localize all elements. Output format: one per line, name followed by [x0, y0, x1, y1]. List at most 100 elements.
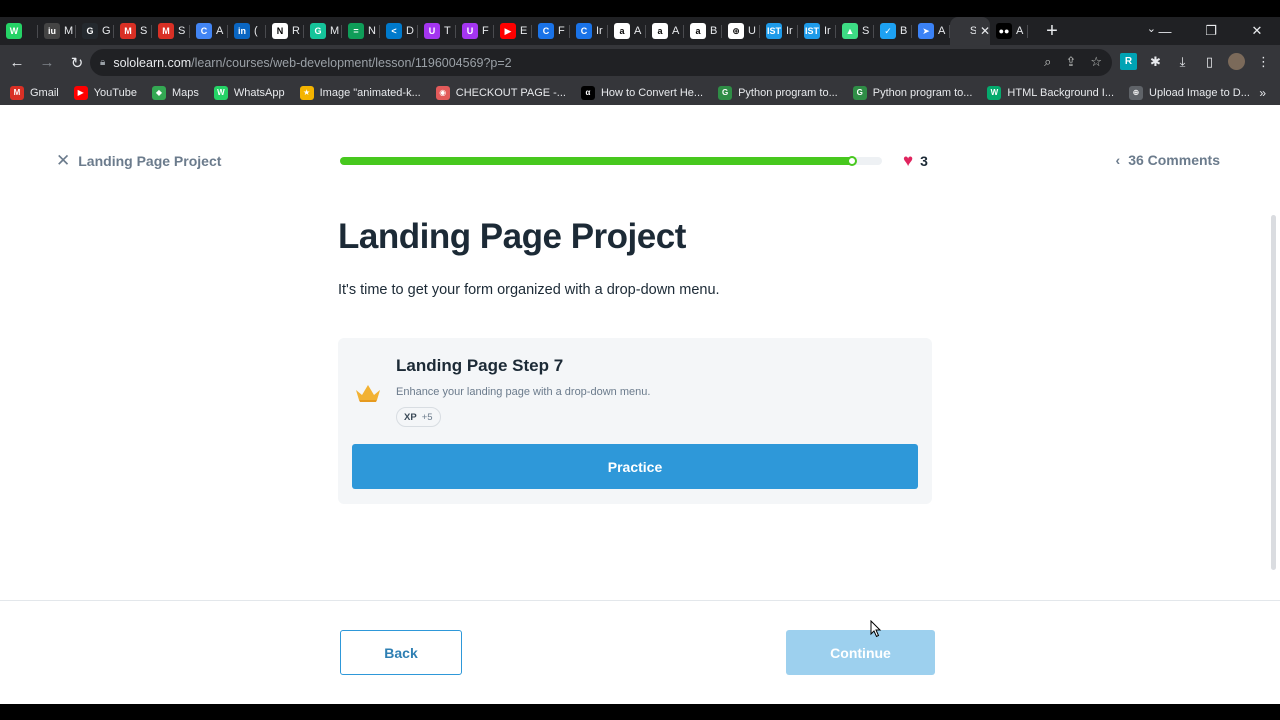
bookmark-item[interactable]: M Gmail: [10, 85, 59, 100]
tab-active[interactable]: So ✕: [950, 17, 990, 45]
lesson-description: It's time to get your form organized wit…: [338, 282, 720, 298]
scrollbar[interactable]: [1271, 215, 1276, 570]
tab-12[interactable]: UF: [456, 17, 494, 45]
xp-label: XP: [404, 411, 417, 423]
tab-23[interactable]: ✓ B: [874, 17, 912, 45]
reload-icon[interactable]: ↻: [64, 54, 90, 72]
heart-icon: ♥: [903, 151, 914, 170]
bookmark-item[interactable]: W HTML Background I...: [987, 85, 1115, 100]
forward-arrow-icon[interactable]: →: [34, 54, 60, 71]
url-host: sololearn.com: [113, 55, 192, 70]
tab-label: Ir: [786, 25, 793, 37]
tab-4[interactable]: MS: [152, 17, 190, 45]
minimize-icon[interactable]: —: [1142, 24, 1188, 39]
back-arrow-icon[interactable]: ←: [4, 54, 30, 71]
window-controls: — ❐ ✕: [1142, 17, 1280, 45]
tab-after-0[interactable]: ●● A: [990, 17, 1028, 45]
bookmark-star-icon[interactable]: ☆: [1090, 54, 1102, 70]
tab-7[interactable]: NR: [266, 17, 304, 45]
tab-0[interactable]: W: [0, 17, 38, 45]
tab-list-after: ●● A: [990, 17, 1028, 45]
bookmarks-overflow-icon[interactable]: »: [1259, 86, 1266, 100]
close-lesson-button[interactable]: ✕ Landing Page Project: [56, 151, 221, 171]
tab-label: S: [862, 25, 870, 37]
extensions-puzzle-icon[interactable]: ✱: [1147, 53, 1164, 70]
window-close-icon[interactable]: ✕: [1234, 23, 1280, 39]
tab-2[interactable]: GG: [76, 17, 114, 45]
tab-label: M: [64, 25, 74, 37]
comments-button[interactable]: ‹ 36 Comments: [1116, 152, 1220, 168]
tab-close-icon[interactable]: ✕: [980, 24, 990, 38]
bookmark-item[interactable]: ◉ CHECKOUT PAGE -...: [435, 85, 566, 100]
bookmark-item[interactable]: ★ Image "animated-k...: [299, 85, 421, 100]
tab-active-label: So: [969, 25, 976, 37]
tab-label: F: [558, 25, 565, 37]
restore-icon[interactable]: ❐: [1188, 23, 1234, 39]
tab-16[interactable]: aA: [608, 17, 646, 45]
back-button[interactable]: Back: [340, 630, 462, 675]
tab-21[interactable]: IST Ir: [798, 17, 836, 45]
bookmark-item[interactable]: ▶ YouTube: [73, 85, 137, 100]
tab-13[interactable]: ▶ E: [494, 17, 532, 45]
new-tab-button[interactable]: +: [1040, 20, 1064, 43]
tab-10[interactable]: < D: [380, 17, 418, 45]
tab-3[interactable]: MS: [114, 17, 152, 45]
tab-5[interactable]: CA: [190, 17, 228, 45]
gmail-icon: M: [158, 23, 174, 39]
tab-11[interactable]: UT: [418, 17, 456, 45]
tab-1[interactable]: iu M: [38, 17, 76, 45]
medium-icon: ●●: [996, 23, 1012, 39]
codepen-icon: ◉: [435, 85, 450, 100]
continue-button[interactable]: Continue: [786, 630, 935, 675]
bookmark-item[interactable]: α How to Convert He...: [580, 85, 703, 100]
amazon-icon: a: [614, 23, 630, 39]
tab-15[interactable]: C Ir: [570, 17, 608, 45]
screen: Wiu M G G M S M S C Ain(N R G M = N < D U T U F ▶ E C F C Ir a Aa Aa B…: [0, 0, 1280, 720]
tab-label: A: [634, 25, 642, 37]
bookmark-item[interactable]: G Python program to...: [718, 85, 838, 100]
zoom-icon[interactable]: ⌕: [1044, 54, 1051, 70]
extension-rx-icon[interactable]: R: [1120, 53, 1137, 70]
tab-19[interactable]: ⊕ U: [722, 17, 760, 45]
tab-24[interactable]: ➤ A: [912, 17, 950, 45]
profile-avatar[interactable]: [1228, 53, 1245, 70]
tab-label: M: [330, 25, 340, 37]
tab-label: A: [1016, 25, 1024, 37]
share-icon[interactable]: ⇪: [1065, 54, 1076, 70]
bird-icon: ✓: [880, 23, 896, 39]
c-icon: C: [576, 23, 592, 39]
bookmark-item[interactable]: W WhatsApp: [213, 85, 285, 100]
mouse-cursor-icon: [870, 620, 882, 638]
tab-label: T: [444, 25, 451, 37]
bookmark-item[interactable]: ⊕ Upload Image to D...: [1129, 85, 1250, 100]
alpha-icon: α: [580, 85, 595, 100]
practice-card: Landing Page Step 7 Enhance your landing…: [338, 338, 932, 504]
sidepanel-icon[interactable]: ▯: [1201, 53, 1218, 70]
download-icon[interactable]: ⤓: [1174, 53, 1191, 70]
tab-14[interactable]: CF: [532, 17, 570, 45]
tab-20[interactable]: IST Ir: [760, 17, 798, 45]
udemy-icon: U: [424, 23, 440, 39]
ist-icon: IST: [804, 23, 820, 39]
tab-17[interactable]: aA: [646, 17, 684, 45]
bookmark-item[interactable]: G Python program to...: [852, 85, 972, 100]
tab-22[interactable]: ▲ S: [836, 17, 874, 45]
practice-button[interactable]: Practice: [352, 444, 918, 489]
iu-icon: iu: [44, 23, 60, 39]
bookmark-label: HTML Background I...: [1007, 86, 1115, 99]
tab-18[interactable]: aB: [684, 17, 722, 45]
vscode-icon: <: [386, 23, 402, 39]
tab-list: Wiu M G G M S M S C Ain(N R G M = N < D U T U F ▶ E C F C Ir a Aa Aa B…: [0, 17, 950, 45]
address-bar[interactable]: 🔒︎ sololearn.com/learn/courses/web-devel…: [90, 49, 1112, 76]
browser-toolbar: ← → ↻ 🔒︎ sololearn.com/learn/courses/web…: [0, 45, 1280, 80]
comments-label: 36 Comments: [1128, 152, 1220, 168]
c-icon: C: [538, 23, 554, 39]
tab-8[interactable]: GM: [304, 17, 342, 45]
tab-6[interactable]: in (: [228, 17, 266, 45]
menu-kebab-icon[interactable]: ⋮: [1255, 53, 1272, 70]
tab-label: B: [710, 25, 718, 37]
extension-area: R ✱ ⤓ ▯ ⋮: [1120, 53, 1272, 70]
bookmark-label: Upload Image to D...: [1149, 86, 1250, 99]
bookmark-item[interactable]: ◆ Maps: [151, 85, 199, 100]
tab-9[interactable]: = N: [342, 17, 380, 45]
